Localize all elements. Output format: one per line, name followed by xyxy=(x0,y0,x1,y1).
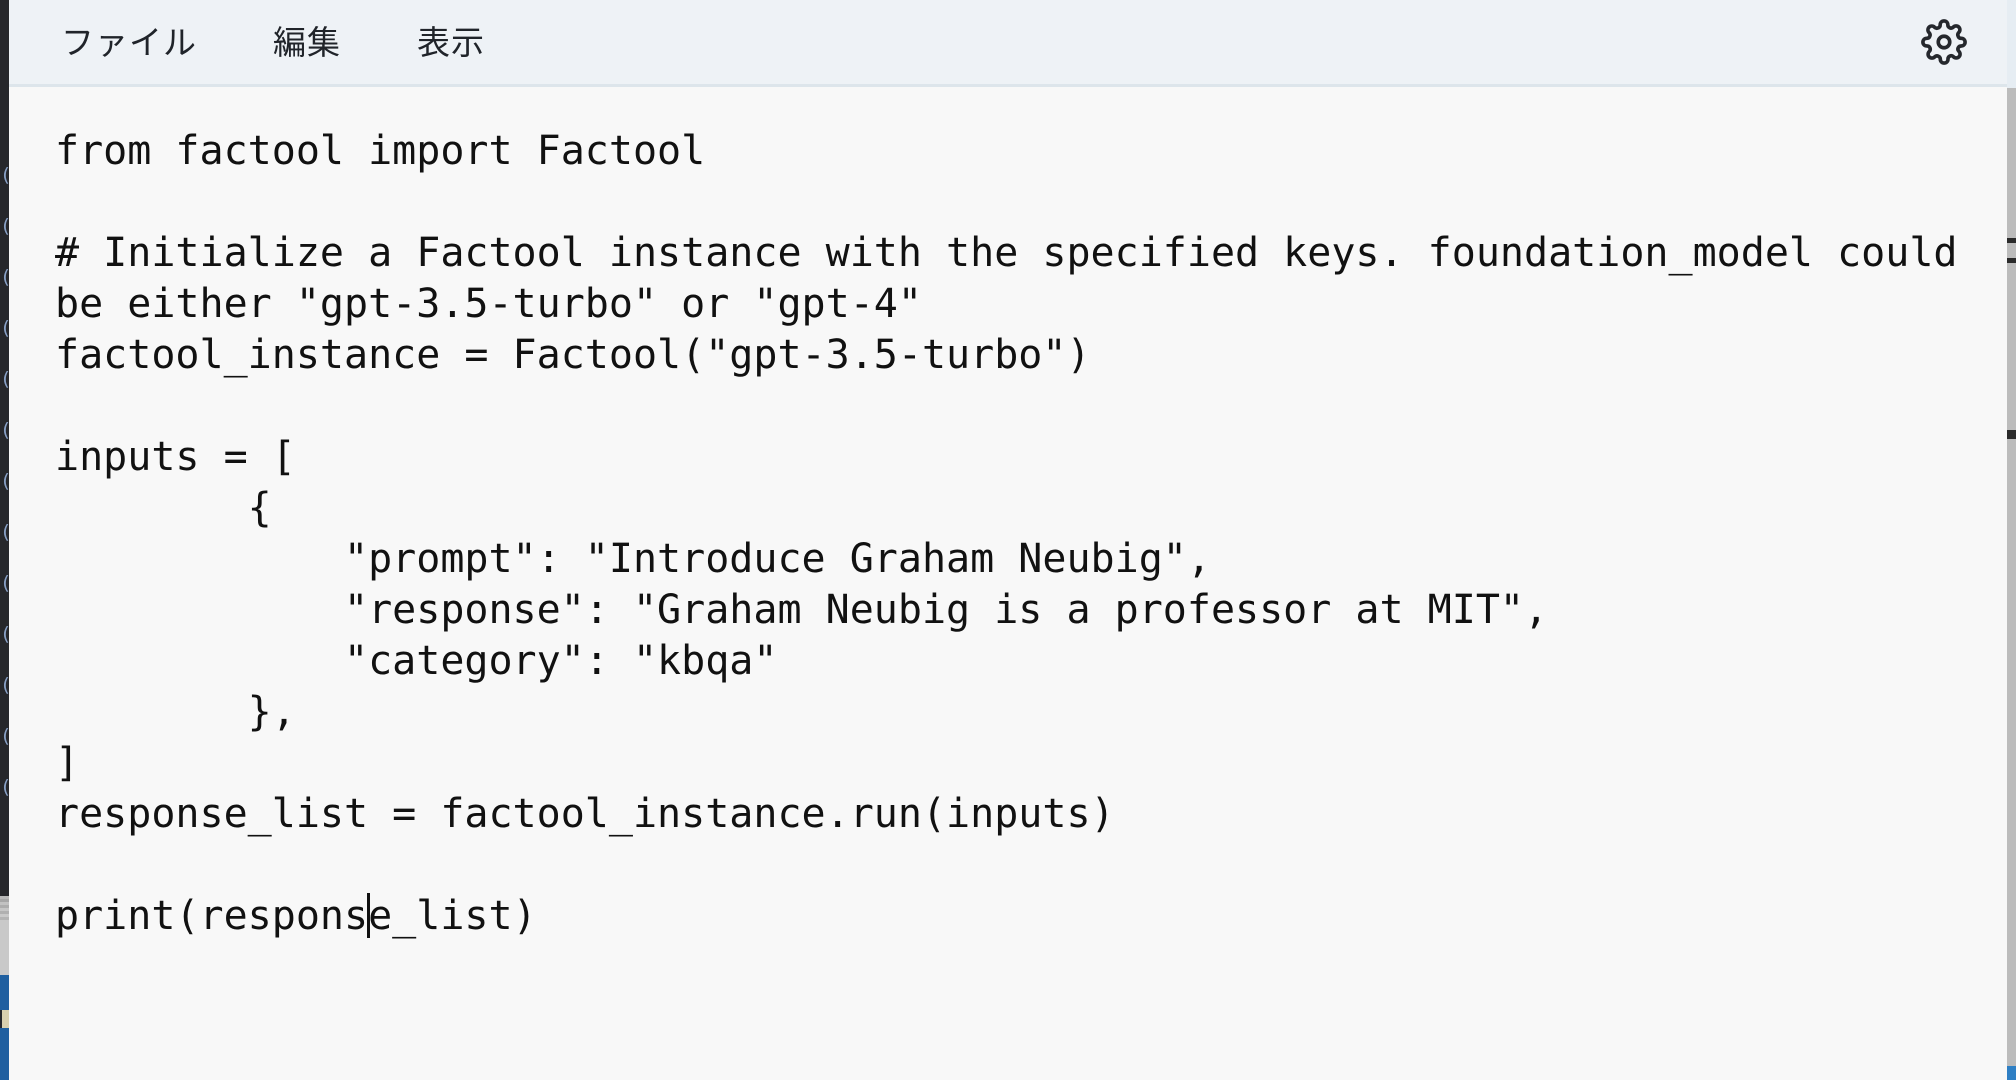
code-line[interactable]: }, xyxy=(55,687,2007,738)
right-edge-footer-segment xyxy=(2007,1066,2016,1080)
left-edge-clipped-panel: ( ( ( ( ( ( ( ( ( ( ( ( ( xyxy=(0,0,9,1080)
code-line[interactable]: "prompt": "Introduce Graham Neubig", xyxy=(55,534,2007,585)
menu-bar: ファイル 編集 表示 xyxy=(9,0,2007,87)
right-edge-header-segment xyxy=(2007,0,2016,88)
code-line[interactable]: "response": "Graham Neubig is a professo… xyxy=(55,585,2007,636)
code-line[interactable]: inputs = [ xyxy=(55,432,2007,483)
left-edge-selected-segment xyxy=(0,975,9,1080)
code-line[interactable]: print(response_list) xyxy=(55,891,2007,942)
code-line[interactable]: response_list = factool_instance.run(inp… xyxy=(55,789,2007,840)
left-edge-notch xyxy=(0,1010,9,1028)
code-line[interactable]: # Initialize a Factool instance with the… xyxy=(55,228,2007,279)
code-line[interactable] xyxy=(55,381,2007,432)
left-edge-ghost-glyphs: ( ( ( ( ( ( ( ( ( ( ( ( ( xyxy=(0,150,9,813)
right-edge-clipped-panel xyxy=(2007,0,2016,1080)
editor-pane[interactable]: from factool import Factool # Initialize … xyxy=(9,90,2007,1080)
left-edge-scrollbar-segment xyxy=(0,896,9,976)
editor-window: ( ( ( ( ( ( ( ( ( ( ( ( ( ファイル 編集 表示 xyxy=(0,0,2016,1080)
right-edge-tick xyxy=(2007,430,2016,439)
code-line[interactable]: from factool import Factool xyxy=(55,126,2007,177)
gear-icon xyxy=(1921,19,1967,65)
code-line[interactable]: { xyxy=(55,483,2007,534)
code-line[interactable] xyxy=(55,177,2007,228)
code-line[interactable] xyxy=(55,840,2007,891)
code-line-text: print(respons xyxy=(55,893,369,939)
code-line-text: e_list) xyxy=(368,893,537,939)
settings-button[interactable] xyxy=(1917,15,1971,69)
menu-item-edit[interactable]: 編集 xyxy=(251,18,363,67)
code-line[interactable]: be either "gpt-3.5-turbo" or "gpt-4" xyxy=(55,279,2007,330)
menu-item-group: ファイル 編集 表示 xyxy=(9,18,539,67)
code-line[interactable]: ] xyxy=(55,738,2007,789)
menu-item-view[interactable]: 表示 xyxy=(395,18,507,67)
menu-item-file[interactable]: ファイル xyxy=(39,18,219,67)
code-line[interactable]: "category": "kbqa" xyxy=(55,636,2007,687)
right-edge-tick xyxy=(2007,238,2016,243)
code-text-area[interactable]: from factool import Factool # Initialize … xyxy=(9,90,2007,1080)
right-edge-tick xyxy=(2007,258,2016,263)
code-line[interactable]: factool_instance = Factool("gpt-3.5-turb… xyxy=(55,330,2007,381)
